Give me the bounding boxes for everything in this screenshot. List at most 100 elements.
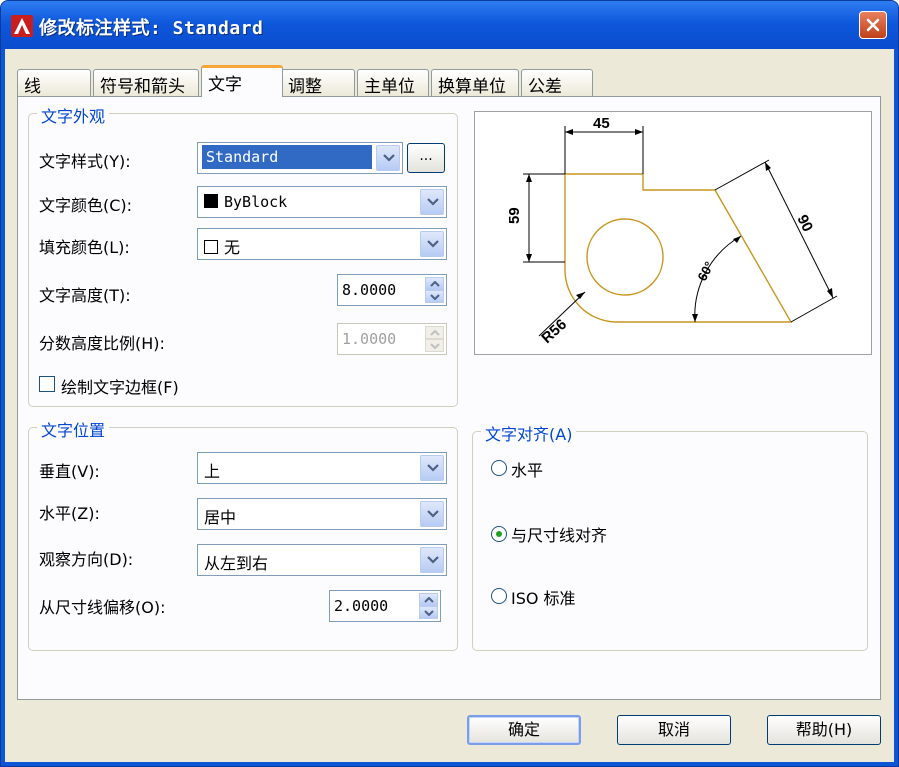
text-style-value: Standard xyxy=(202,145,372,169)
spin-up-button[interactable] xyxy=(419,593,438,606)
view-direction-label: 观察方向(D): xyxy=(39,550,134,569)
fill-color-value: 无 xyxy=(224,238,241,257)
vertical-label: 垂直(V): xyxy=(39,462,100,481)
text-height-value: 8.0000 xyxy=(342,281,397,299)
fraction-scale-value: 1.0000 xyxy=(342,330,397,348)
text-style-browse-button[interactable]: ... xyxy=(407,143,445,173)
autocad-icon xyxy=(11,15,33,37)
align-iso-radio[interactable] xyxy=(491,588,507,604)
close-button[interactable] xyxy=(859,11,887,39)
part-outline xyxy=(564,173,793,323)
dim-label-radius: R56 xyxy=(538,316,570,347)
group-title: 文字位置 xyxy=(37,417,110,441)
fill-color-select[interactable]: 无 xyxy=(197,228,447,260)
view-direction-value: 从左到右 xyxy=(204,554,269,573)
dimension-lines xyxy=(523,126,838,337)
chevron-down-icon xyxy=(383,154,395,162)
spin-up-button[interactable] xyxy=(425,277,444,290)
tab-label: 公差 xyxy=(528,77,562,97)
text-style-select[interactable]: Standard xyxy=(197,142,403,174)
offset-value: 2.0000 xyxy=(334,597,389,615)
text-style-label: 文字样式(Y): xyxy=(39,152,131,171)
chevron-down-icon xyxy=(430,294,440,300)
horizontal-select[interactable]: 居中 xyxy=(197,498,447,530)
chevron-up-icon xyxy=(430,281,440,287)
color-swatch xyxy=(204,240,218,254)
draw-frame-label[interactable]: 绘制文字边框(F) xyxy=(61,374,179,398)
offset-spinner[interactable]: 2.0000 xyxy=(329,590,441,622)
chevron-down-icon xyxy=(427,464,439,472)
draw-frame-checkbox[interactable] xyxy=(39,376,55,392)
dialog-title: 修改标注样式: Standard xyxy=(39,18,264,39)
color-swatch xyxy=(204,194,218,208)
horizontal-label: 水平(Z): xyxy=(39,504,100,523)
spin-down-button[interactable] xyxy=(419,606,438,619)
align-iso-label[interactable]: ISO 标准 xyxy=(511,585,576,609)
align-horizontal-radio[interactable] xyxy=(491,460,507,476)
tab-label: 符号和箭头 xyxy=(100,77,185,97)
chevron-down-icon xyxy=(427,240,439,248)
align-with-dimline-label[interactable]: 与尺寸线对齐 xyxy=(511,522,607,546)
dropdown-button[interactable] xyxy=(420,189,444,215)
tab-primary-units[interactable]: 主单位 xyxy=(357,69,429,97)
tab-text[interactable]: 文字 xyxy=(201,65,283,97)
ok-button[interactable]: 确定 xyxy=(467,715,581,745)
fraction-scale-label: 分数高度比例(H): xyxy=(39,334,165,353)
spin-down-button[interactable] xyxy=(425,290,444,303)
chevron-down-icon xyxy=(424,610,434,616)
cancel-button[interactable]: 取消 xyxy=(617,715,731,745)
spin-up-button xyxy=(425,326,444,339)
dropdown-button[interactable] xyxy=(420,547,444,573)
text-alignment-group: 文字对齐(A) 水平 与尺寸线对齐 ISO 标准 xyxy=(472,421,868,651)
group-title: 文字外观 xyxy=(37,103,110,127)
tab-label: 文字 xyxy=(208,75,242,95)
dialog-window: 修改标注样式: Standard 线 符号和箭头 文字 调整 主单位 换算单位 … xyxy=(0,0,899,767)
group-title: 文字对齐(A) xyxy=(481,421,577,445)
text-color-label: 文字颜色(C): xyxy=(39,196,133,215)
tab-panel-text: 文字外观 文字样式(Y): Standard ... 文字颜色(C): ByBl… xyxy=(17,96,881,700)
dialog-client: 线 符号和箭头 文字 调整 主单位 换算单位 公差 文字外观 文字样式(Y): … xyxy=(5,49,894,762)
tab-alternate-units[interactable]: 换算单位 xyxy=(431,69,519,97)
dropdown-button[interactable] xyxy=(420,455,444,481)
dropdown-button[interactable] xyxy=(376,145,400,171)
text-height-label: 文字高度(T): xyxy=(39,286,131,305)
view-direction-select[interactable]: 从左到右 xyxy=(197,544,447,576)
vertical-value: 上 xyxy=(204,462,221,481)
horizontal-value: 居中 xyxy=(204,508,237,527)
chevron-up-icon xyxy=(430,330,440,336)
tab-symbols-arrows[interactable]: 符号和箭头 xyxy=(93,69,199,97)
dropdown-button[interactable] xyxy=(420,501,444,527)
dim-label-left: 59 xyxy=(506,207,523,224)
vertical-select[interactable]: 上 xyxy=(197,452,447,484)
tab-tolerances[interactable]: 公差 xyxy=(521,69,593,97)
dropdown-button[interactable] xyxy=(420,231,444,257)
tab-label: 线 xyxy=(24,77,41,97)
tab-label: 换算单位 xyxy=(438,77,506,97)
align-horizontal-label[interactable]: 水平 xyxy=(511,457,543,481)
text-placement-group: 文字位置 垂直(V): 上 水平(Z): 居中 观察方向(D): 从左到右 从尺… xyxy=(28,417,458,651)
text-color-select[interactable]: ByBlock xyxy=(197,186,447,218)
chevron-down-icon xyxy=(427,556,439,564)
tab-fit[interactable]: 调整 xyxy=(281,69,355,97)
text-color-value: ByBlock xyxy=(224,193,288,211)
text-height-spinner[interactable]: 8.0000 xyxy=(337,274,447,306)
offset-label: 从尺寸线偏移(O): xyxy=(39,598,166,617)
chevron-down-icon xyxy=(427,198,439,206)
arrowheads xyxy=(526,129,833,322)
tab-label: 主单位 xyxy=(364,77,415,97)
help-button[interactable]: 帮助(H) xyxy=(767,715,881,745)
chevron-up-icon xyxy=(424,597,434,603)
dim-label-angle: 60° xyxy=(694,259,716,283)
title-bar[interactable]: 修改标注样式: Standard xyxy=(1,1,898,49)
tab-lines[interactable]: 线 xyxy=(17,69,91,97)
fraction-scale-spinner: 1.0000 xyxy=(337,323,447,355)
dim-label-top: 45 xyxy=(593,115,610,132)
dimension-preview-drawing: 45 59 90 60° R56 xyxy=(506,115,838,347)
chevron-down-icon xyxy=(427,510,439,518)
preview-panel: 45 59 90 60° R56 xyxy=(474,111,872,355)
tab-label: 调整 xyxy=(288,77,322,97)
fill-color-label: 填充颜色(L): xyxy=(39,238,130,257)
dim-label-slant: 90 xyxy=(793,212,816,235)
chevron-down-icon xyxy=(430,343,440,349)
align-with-dimline-radio[interactable] xyxy=(491,526,507,542)
